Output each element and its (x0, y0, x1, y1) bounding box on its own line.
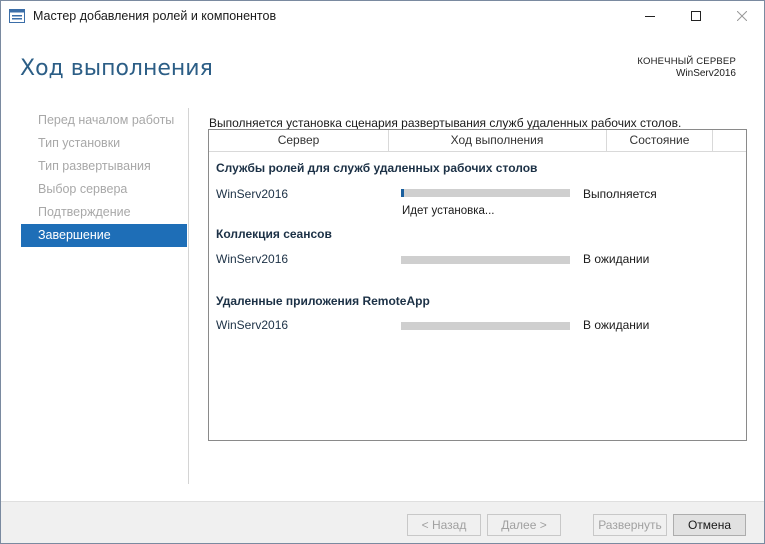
row-progress-detail: Идет установка... (402, 205, 495, 217)
title-bar[interactable]: Мастер добавления ролей и компонентов (1, 1, 764, 32)
nav-item-before-you-begin[interactable]: Перед началом работы (21, 109, 187, 132)
next-button[interactable]: Далее > (487, 514, 561, 536)
nav-divider (188, 108, 189, 484)
column-header-progress[interactable]: Ход выполнения (388, 130, 607, 151)
deploy-button[interactable]: Развернуть (593, 514, 667, 536)
row-server-name: WinServ2016 (216, 318, 289, 332)
server-manager-icon (9, 9, 25, 23)
status-message: Выполняется установка сценария развертыв… (209, 116, 682, 130)
back-button[interactable]: < Назад (407, 514, 481, 536)
progress-bar-fill (401, 189, 405, 197)
nav-item-server-selection[interactable]: Выбор сервера (21, 178, 187, 201)
table-header: Сервер Ход выполнения Состояние (209, 130, 746, 152)
progress-bar (401, 189, 570, 197)
progress-bar (401, 256, 570, 264)
column-header-status[interactable]: Состояние (607, 130, 713, 151)
group-title-remoteapp: Удаленные приложения RemoteApp (216, 294, 430, 308)
window-title: Мастер добавления ролей и компонентов (33, 9, 277, 23)
column-header-server[interactable]: Сервер (209, 130, 389, 151)
destination-server-name: WinServ2016 (675, 68, 736, 79)
nav-item-completion[interactable]: Завершение (21, 224, 187, 247)
progress-bar (401, 322, 570, 330)
row-status: Выполняется (583, 187, 657, 201)
close-button[interactable] (720, 1, 764, 32)
row-status: В ожидании (583, 252, 650, 266)
nav-item-confirmation[interactable]: Подтверждение (21, 201, 187, 224)
row-status: В ожидании (583, 318, 650, 332)
maximize-icon (691, 8, 701, 26)
wizard-footer: < Назад Далее > Развернуть Отмена (1, 501, 764, 543)
nav-item-deployment-type[interactable]: Тип развертывания (21, 155, 187, 178)
wizard-navigation: Перед началом работы Тип установки Тип р… (21, 109, 187, 247)
row-server-name: WinServ2016 (216, 187, 289, 201)
nav-item-installation-type[interactable]: Тип установки (21, 132, 187, 155)
destination-server-label: КОНЕЧНЫЙ СЕРВЕР (637, 56, 736, 67)
group-title-rds-role-services: Службы ролей для служб удаленных рабочих… (216, 161, 538, 175)
cancel-button[interactable]: Отмена (673, 514, 746, 536)
page-title: Ход выполнения (20, 56, 213, 81)
minimize-icon (645, 8, 655, 26)
progress-table: Сервер Ход выполнения Состояние Службы р… (208, 129, 747, 441)
wizard-window: Мастер добавления ролей и компонентов Хо… (0, 0, 765, 544)
group-title-session-collection: Коллекция сеансов (216, 227, 332, 241)
minimize-button[interactable] (628, 1, 672, 32)
row-server-name: WinServ2016 (216, 252, 289, 266)
close-icon (736, 8, 748, 26)
maximize-button[interactable] (674, 1, 718, 32)
